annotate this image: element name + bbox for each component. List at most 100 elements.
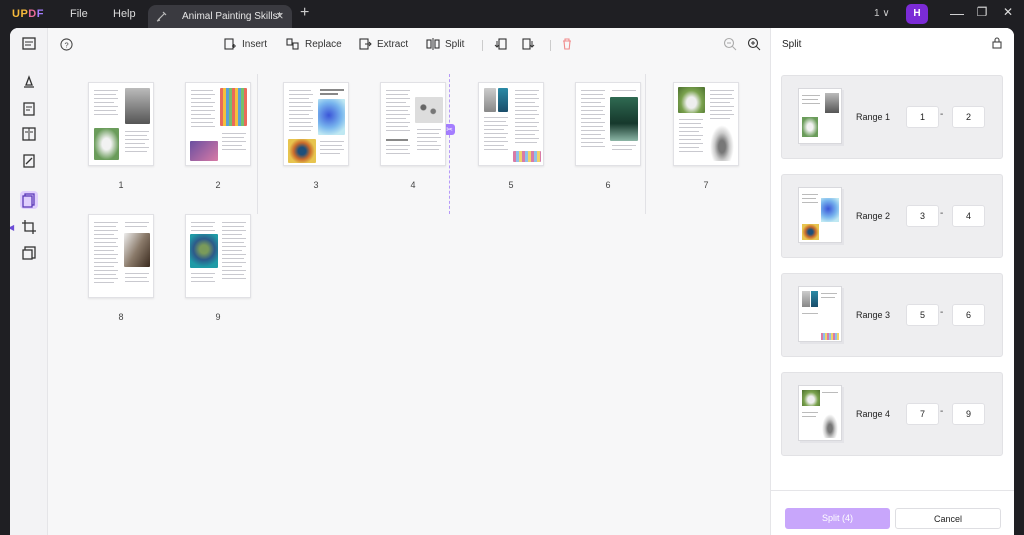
range-card-3[interactable]: Range 3 5 - 6 [781,273,1003,357]
signature-icon [23,154,35,168]
close-window-button[interactable]: ✕ [998,5,1018,19]
insert-label: Insert [242,38,268,50]
title-bar: UPDF File Help Animal Painting Skills* ×… [0,0,1024,28]
split-line[interactable] [449,74,450,214]
comment-tool[interactable] [20,73,38,91]
insert-icon [224,38,236,50]
zoom-out-button[interactable] [723,37,737,51]
document-tab[interactable]: Animal Painting Skills* × [148,5,292,28]
range-2-from-input[interactable]: 3 [906,205,939,227]
minimize-button[interactable]: — [947,5,967,21]
toolbar-divider [482,40,483,51]
menu-file[interactable]: File [70,8,88,20]
app-window: ◀ ? Insert Replace Extract Split ✂ 1 2 3… [10,28,1014,535]
organize-toolbar: ? Insert Replace Extract Split [48,28,770,62]
range-separator [257,74,258,214]
page-thumbnail-7[interactable] [673,82,739,166]
page-number-9: 9 [215,312,221,322]
range-4-to-input[interactable]: 9 [952,403,985,425]
form-icon [22,127,36,141]
tab-title: Animal Painting Skills* [182,11,282,22]
confirm-split-button[interactable]: Split (4) [785,508,890,529]
rotate-left-button[interactable] [494,37,508,51]
range-2-label: Range 2 [856,211,891,221]
page-thumbnail-4[interactable] [380,82,446,166]
left-toolbar: ◀ [10,28,48,535]
page-thumbnail-8[interactable] [88,214,154,298]
sign-tool[interactable] [20,152,38,170]
page-thumbnail-1[interactable] [88,82,154,166]
page-tools-icon [22,246,36,260]
range-4-from-input[interactable]: 7 [906,403,939,425]
trash-icon [563,38,571,50]
delete-button[interactable] [560,37,574,51]
collapse-arrow-icon[interactable]: ◀ [10,223,14,232]
extract-button[interactable]: Extract [358,37,408,51]
range-separator [645,74,646,214]
page-number-4: 4 [410,180,416,190]
user-avatar[interactable]: H [906,4,928,24]
range-1-thumbnail [798,88,842,144]
range-card-4[interactable]: Range 4 7 - 9 [781,372,1003,456]
range-1-dash: - [940,109,944,120]
organize-pages-tool[interactable] [20,191,38,209]
edit-text-icon [23,102,35,116]
split-icon [426,38,440,50]
range-3-to-input[interactable]: 6 [952,304,985,326]
extract-icon [359,38,372,50]
logo-part-d: D [28,8,37,20]
page-thumbnail-3[interactable] [283,82,349,166]
insert-button[interactable]: Insert [223,37,267,51]
replace-label: Replace [305,38,342,50]
range-2-dash: - [940,208,944,219]
highlighter-icon [24,75,34,88]
split-panel-footer: Split (4) Cancel [771,490,1014,535]
range-1-to-input[interactable]: 2 [952,106,985,128]
tab-close-icon[interactable]: × [276,8,284,23]
lock-icon[interactable] [990,36,1004,50]
page-number-6: 6 [605,180,611,190]
page-number-2: 2 [215,180,221,190]
toolbar-divider [550,40,551,51]
cancel-button[interactable]: Cancel [895,508,1001,529]
range-3-dash: - [940,307,944,318]
range-card-1[interactable]: Range 1 1 - 2 [781,75,1003,159]
range-2-to-input[interactable]: 4 [952,205,985,227]
replace-icon [286,38,299,50]
page-selector[interactable]: 1 ∨ [874,8,890,19]
form-tool[interactable] [20,125,38,143]
help-icon[interactable]: ? [60,38,73,51]
page-tools-tool[interactable] [20,244,38,262]
edit-pdf-tool[interactable] [20,100,38,118]
zoom-in-icon [747,37,761,51]
page-thumbnail-5[interactable] [478,82,544,166]
range-card-2[interactable]: Range 2 3 - 4 [781,174,1003,258]
menu-help[interactable]: Help [113,8,136,20]
restore-button[interactable]: ❐ [972,5,992,19]
logo-part-up: UP [12,8,29,20]
page-number-7: 7 [703,180,709,190]
split-panel-title: Split [782,39,802,50]
updf-logo[interactable]: UPDF [12,8,44,20]
reader-icon [22,37,36,50]
page-number-8: 8 [118,312,124,322]
rotate-right-button[interactable] [521,37,535,51]
range-1-label: Range 1 [856,112,891,122]
page-organizer-area: ? Insert Replace Extract Split ✂ 1 2 3 4… [48,28,770,535]
split-button[interactable]: Split [426,37,464,51]
page-number-1: 1 [118,180,124,190]
page-thumbnail-2[interactable] [185,82,251,166]
range-4-thumbnail [798,385,842,441]
page-thumbnail-6[interactable] [575,82,641,166]
zoom-in-button[interactable] [747,37,761,51]
crop-tool[interactable] [20,218,38,236]
page-thumbnail-9[interactable] [185,214,251,298]
organize-pages-icon [22,193,35,208]
range-3-from-input[interactable]: 5 [906,304,939,326]
new-tab-button[interactable]: + [300,4,309,22]
reader-mode-tool[interactable] [20,35,38,53]
extract-label: Extract [377,38,409,50]
replace-button[interactable]: Replace [286,37,342,51]
range-1-from-input[interactable]: 1 [906,106,939,128]
logo-part-f: F [36,8,44,20]
